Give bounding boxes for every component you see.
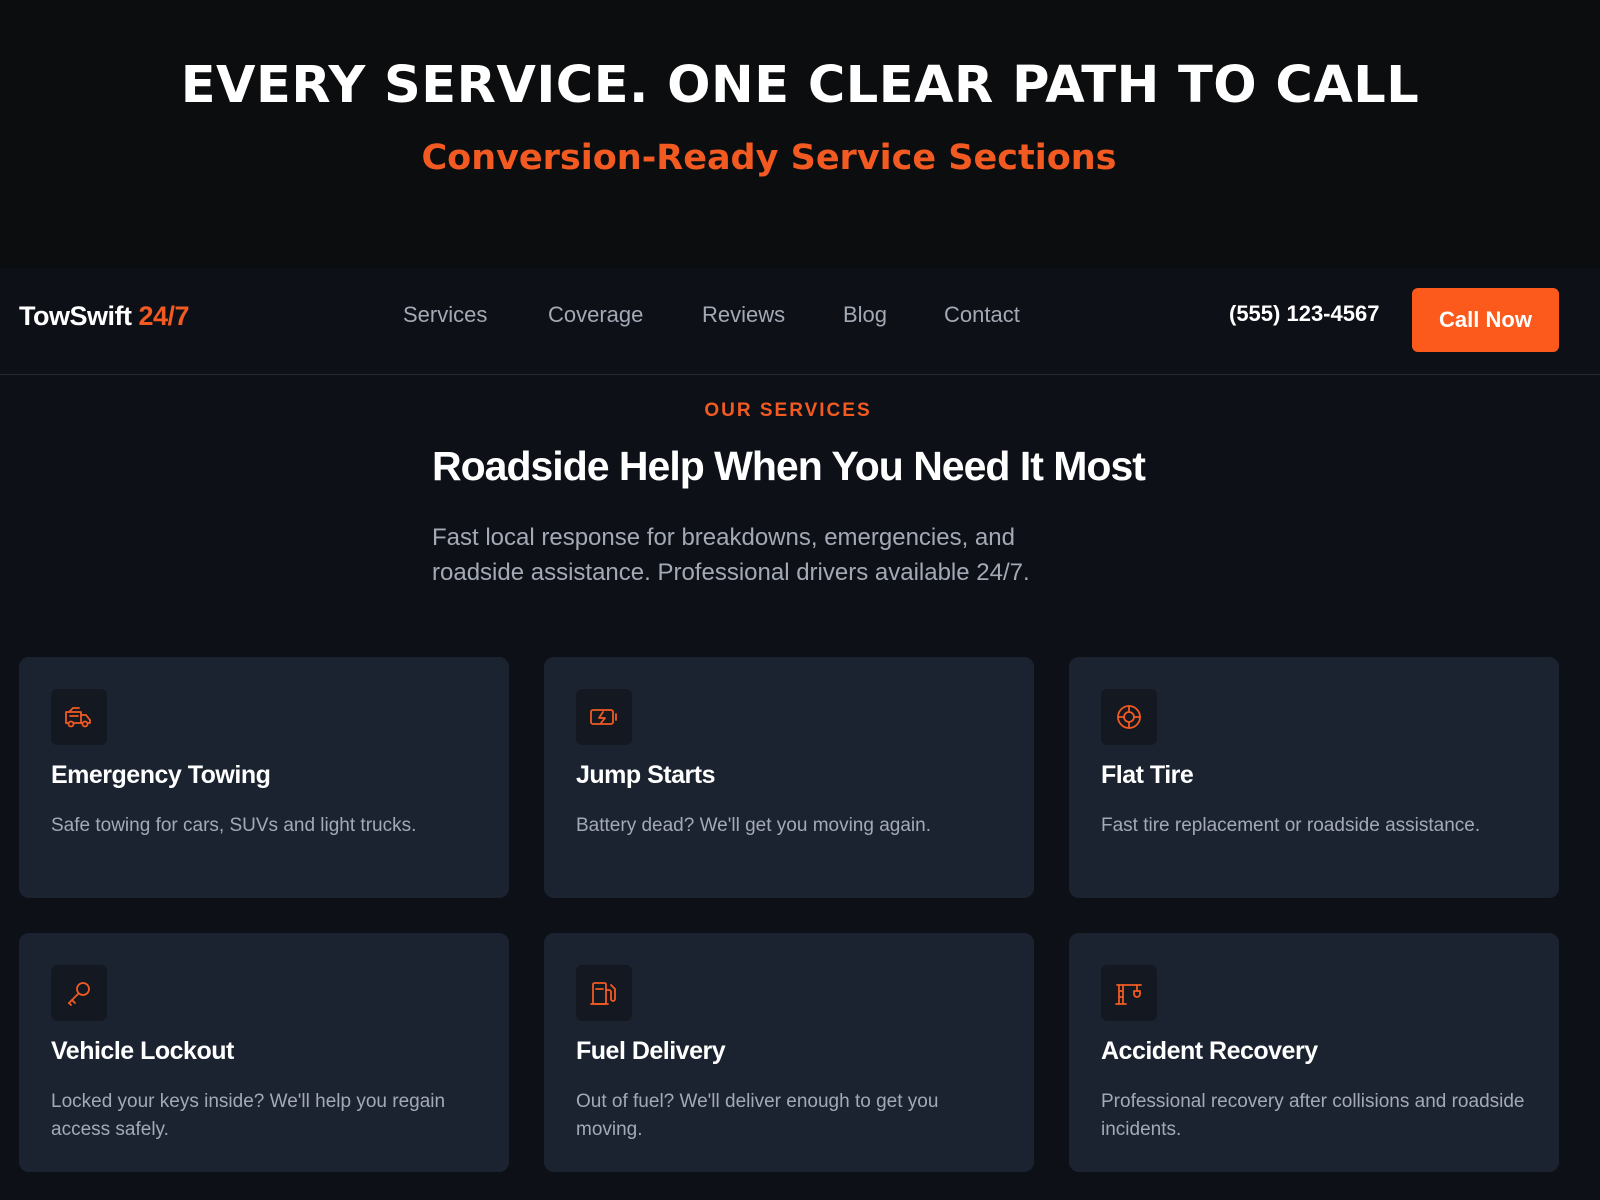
card-title: Emergency Towing — [51, 761, 271, 789]
website-preview: TowSwift 24/7 Services Coverage Reviews … — [0, 268, 1600, 1200]
card-title: Accident Recovery — [1101, 1037, 1318, 1065]
navbar: TowSwift 24/7 Services Coverage Reviews … — [0, 268, 1600, 375]
section-heading: Roadside Help When You Need It Most — [432, 443, 1146, 489]
promo-banner: EVERY SERVICE. ONE CLEAR PATH TO CALL Co… — [0, 0, 1600, 268]
logo-name: TowSwift — [19, 301, 132, 331]
card-description: Battery dead? We'll get you moving again… — [576, 815, 931, 836]
card-description: Out of fuel? We'll deliver enough to get… — [576, 1091, 939, 1140]
site-logo[interactable]: TowSwift 24/7 — [19, 301, 190, 332]
service-card-flat-tire[interactable]: Flat Tire Fast tire replacement or roads… — [1069, 657, 1559, 898]
section-eyebrow: OUR SERVICES — [704, 400, 872, 421]
card-description: Professional recovery after collisions a… — [1101, 1091, 1525, 1140]
service-card-emergency-towing[interactable]: Emergency Towing Safe towing for cars, S… — [19, 657, 509, 898]
key-icon — [51, 965, 107, 1021]
logo-accent: 24/7 — [138, 301, 190, 331]
service-card-vehicle-lockout[interactable]: Vehicle Lockout Locked your keys inside?… — [19, 933, 509, 1172]
card-title: Vehicle Lockout — [51, 1037, 234, 1065]
tire-icon — [1101, 689, 1157, 745]
service-card-jump-starts[interactable]: Jump Starts Battery dead? We'll get you … — [544, 657, 1034, 898]
service-card-fuel-delivery[interactable]: Fuel Delivery Out of fuel? We'll deliver… — [544, 933, 1034, 1172]
tow-truck-icon — [51, 689, 107, 745]
crane-recovery-icon — [1101, 965, 1157, 1021]
card-title: Fuel Delivery — [576, 1037, 726, 1065]
section-description: Fast local response for breakdowns, emer… — [432, 524, 1030, 586]
card-description: Safe towing for cars, SUVs and light tru… — [51, 815, 417, 836]
phone-number-link[interactable]: (555) 123-4567 — [1229, 301, 1379, 327]
battery-charging-icon — [576, 689, 632, 745]
nav-link-coverage[interactable]: Coverage — [548, 302, 643, 328]
banner-title: EVERY SERVICE. ONE CLEAR PATH TO CALL — [180, 56, 1420, 115]
nav-link-services[interactable]: Services — [403, 302, 487, 328]
card-title: Flat Tire — [1101, 761, 1194, 789]
card-description: Fast tire replacement or roadside assist… — [1101, 815, 1481, 836]
card-title: Jump Starts — [576, 761, 715, 789]
nav-link-reviews[interactable]: Reviews — [702, 302, 785, 328]
service-card-accident-recovery[interactable]: Accident Recovery Professional recovery … — [1069, 933, 1559, 1172]
nav-link-contact[interactable]: Contact — [944, 302, 1020, 328]
banner-subtitle: Conversion-Ready Service Sections — [421, 138, 1117, 178]
card-description: Locked your keys inside? We'll help you … — [51, 1091, 446, 1140]
call-now-button[interactable]: Call Now — [1412, 288, 1559, 352]
nav-link-blog[interactable]: Blog — [843, 302, 887, 328]
fuel-pump-icon — [576, 965, 632, 1021]
